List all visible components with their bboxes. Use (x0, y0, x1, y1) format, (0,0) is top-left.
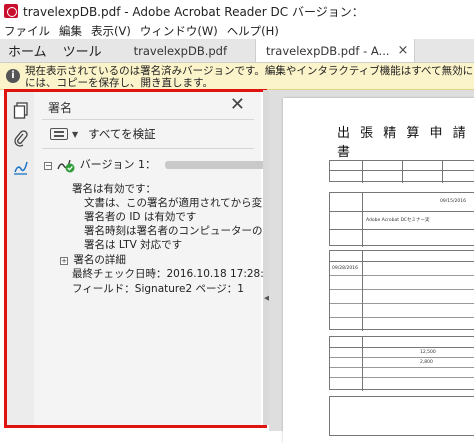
menu-help[interactable]: ヘルプ(H) (227, 23, 279, 39)
menu-view[interactable]: 表示(V) (91, 23, 131, 39)
validity-detail-4: 署名は LTV 対応です (84, 239, 183, 251)
panel-divider (42, 119, 254, 120)
signature-valid-icon (57, 159, 75, 173)
menu-window[interactable]: ウィンドウ(W) (140, 23, 218, 39)
signatures-panel: 署名 ✕ ▼ すべてを検証 − バージョン 1： 署名は有効です： 文書は、この… (34, 90, 322, 425)
expense-table: 12,500 2,800 (329, 336, 474, 391)
itinerary-table: 09/28/2016 (329, 250, 474, 331)
close-tab-icon[interactable]: × (398, 43, 409, 58)
panel-divider-2 (42, 148, 254, 149)
validity-detail-2: 署名者の ID は有効です (84, 211, 197, 223)
document-view[interactable]: 出 張 精 算 申 請 書 09/15/2016 Adobe Acrobat D… (269, 90, 474, 443)
itinerary-date: 09/28/2016 (332, 266, 358, 271)
trip-table: 09/15/2016 Adobe Acrobat DCセミナー実 (329, 192, 474, 247)
options-icon[interactable] (50, 128, 68, 140)
tab-bar: ホーム ツール travelexpDB.pdf travelexpDB.pdf … (0, 39, 474, 63)
chevron-down-icon[interactable]: ▼ (72, 130, 78, 139)
panel-title: 署名 (48, 101, 73, 115)
signature-panel-icon[interactable] (13, 158, 29, 176)
trip-purpose: Adobe Acrobat DCセミナー実 (366, 218, 430, 223)
verify-all-row: ▼ すべてを検証 (50, 126, 156, 142)
navigation-rail (6, 90, 34, 425)
tab-document-2[interactable]: travelexpDB.pdf - A... × (255, 39, 416, 62)
attachment-icon[interactable] (13, 130, 29, 148)
title-bar: travelexpDB.pdf - Adobe Acrobat Reader D… (0, 0, 474, 22)
signature-field: フィールド：Signature2 ページ：1 (72, 283, 244, 295)
menu-file[interactable]: ファイル (4, 23, 50, 39)
menu-edit[interactable]: 編集 (59, 23, 82, 39)
menu-bar: ファイル 編集 表示(V) ウィンドウ(W) ヘルプ(H) (0, 22, 474, 39)
notes-table (329, 396, 474, 436)
signature-version-row[interactable]: − バージョン 1： (44, 156, 286, 173)
tab-home[interactable]: ホーム (0, 39, 55, 62)
validity-status: 署名は有効です： (72, 183, 156, 195)
validity-detail-1: 文書は、この署名が適用されてから変更さ (84, 197, 284, 209)
page-thumbnails-icon[interactable] (13, 102, 29, 120)
collapse-icon[interactable]: − (44, 162, 52, 170)
signature-details-label: 署名の詳細 (73, 254, 126, 266)
info-bar: i 現在表示されているのは署名済みバージョンです。編集やインタラクティブ機能はす… (0, 63, 474, 90)
tab-tools[interactable]: ツール (55, 39, 110, 62)
info-text-line2: には、コピーを保存し、開き直します。 (25, 77, 213, 89)
amount-1: 12,500 (420, 350, 436, 355)
close-panel-icon[interactable]: ✕ (230, 94, 245, 115)
header-table (329, 160, 474, 183)
document-title: 出 張 精 算 申 請 書 (337, 126, 469, 160)
expand-icon[interactable]: + (60, 257, 68, 265)
tab-document-2-label: travelexpDB.pdf - A... (266, 43, 390, 58)
info-icon: i (6, 69, 20, 83)
tab-document-1-label: travelexpDB.pdf (133, 43, 228, 58)
signature-version-label: バージョン 1： (79, 158, 156, 171)
acrobat-app-icon (4, 4, 18, 18)
document-page: 出 張 精 算 申 請 書 09/15/2016 Adobe Acrobat D… (283, 98, 474, 443)
signature-details-row[interactable]: + 署名の詳細 (60, 252, 126, 267)
tab-document-1[interactable]: travelexpDB.pdf (124, 39, 237, 62)
info-text-line1: 現在表示されているのは署名済みバージョンです。編集やインタラクティブ機能はすべて… (25, 65, 474, 77)
trip-date: 09/15/2016 (440, 199, 466, 204)
validity-detail-3: 署名時刻は署名者のコンピューターの時計 (84, 225, 284, 237)
window-title: travelexpDB.pdf - Adobe Acrobat Reader D… (23, 4, 364, 19)
verify-all-button[interactable]: すべてを検証 (88, 126, 156, 142)
amount-2: 2,800 (420, 360, 433, 365)
